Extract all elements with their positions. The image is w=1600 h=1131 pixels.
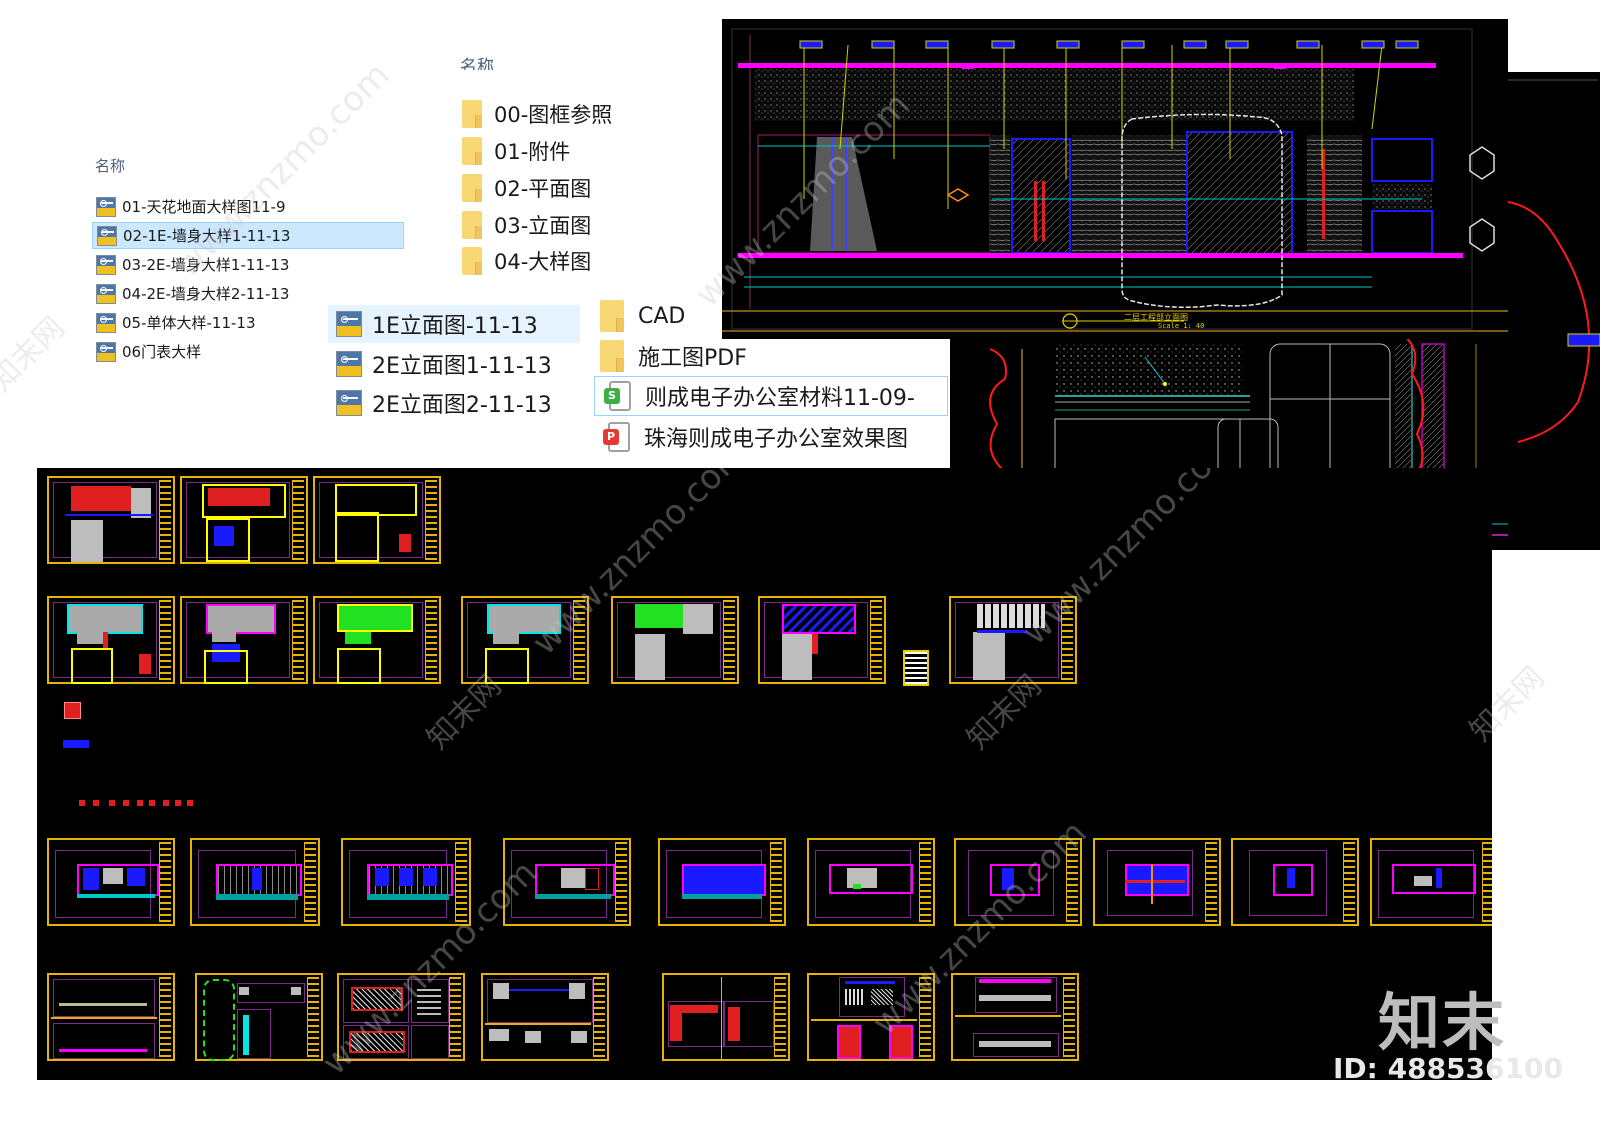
folder-item[interactable]: CAD <box>600 298 685 334</box>
file-name: 04-2E-墙身大样2-11-13 <box>122 285 290 303</box>
drawing-sheet[interactable] <box>481 973 609 1061</box>
drawing-sheet[interactable] <box>313 476 441 564</box>
name-column-header[interactable]: 名称 <box>460 52 494 70</box>
folder-name: 02-平面图 <box>494 177 592 201</box>
file-name: 2E立面图2-11-13 <box>372 393 552 418</box>
folder-icon <box>462 247 482 275</box>
pdf-badge: P <box>603 429 619 445</box>
drawing-sheet[interactable] <box>658 838 786 926</box>
folder-icon <box>462 211 482 239</box>
dwg-file-icon <box>97 225 117 246</box>
drawing-sheet[interactable] <box>180 596 308 684</box>
dwg-file-icon <box>336 351 362 377</box>
brand-logo: 知末 <box>1378 986 1507 1059</box>
drawing-sheet[interactable] <box>807 973 935 1061</box>
legend-block <box>63 740 89 748</box>
folder-icon <box>462 174 482 202</box>
name-column-header[interactable]: 名称 <box>95 155 125 176</box>
folder-icon <box>600 340 624 372</box>
drawing-scale: Scale 1: 40 <box>1158 322 1205 330</box>
dwg-file-icon <box>96 254 116 275</box>
dwg-file-icon <box>336 390 362 416</box>
folder-name: CAD <box>638 303 686 329</box>
file-item[interactable]: 01-天花地面大样图11-9 <box>92 193 404 220</box>
folder-item[interactable]: 04-大样图 <box>462 245 591 277</box>
drawing-sheet[interactable] <box>503 838 631 926</box>
folder-item[interactable]: 03-立面图 <box>462 209 591 241</box>
cad-model-overview[interactable]: www.znzmo.com www.znzmo.com www.znzmo.co… <box>37 468 1492 1080</box>
folder-item[interactable]: 00-图框参照 <box>462 98 612 130</box>
folder-item[interactable]: 02-平面图 <box>462 172 591 204</box>
folder-name: 施工图PDF <box>638 346 747 371</box>
folder-name: 03-立面图 <box>494 214 592 238</box>
file-name: 01-天花地面大样图11-9 <box>122 198 286 216</box>
legend-block <box>64 702 81 719</box>
drawing-sheet[interactable] <box>341 838 471 926</box>
dwg-file-icon <box>96 341 116 362</box>
file-item[interactable]: 2E立面图1-11-13 <box>328 345 580 383</box>
dwg-file-icon <box>96 312 116 333</box>
drawing-sheet[interactable] <box>337 973 465 1061</box>
file-name: 02-1E-墙身大样1-11-13 <box>123 227 291 245</box>
dwg-file-icon <box>96 283 116 304</box>
spreadsheet-file-icon: S <box>604 381 631 411</box>
folder-name: 00-图框参照 <box>494 103 613 127</box>
drawing-sheet[interactable] <box>47 476 175 564</box>
file-name: 06门表大样 <box>122 343 202 361</box>
file-item[interactable]: 06门表大样 <box>92 338 322 365</box>
resource-id: ID: 488536100 <box>1333 1052 1563 1085</box>
folder-icon <box>600 300 624 332</box>
file-name: 2E立面图1-11-13 <box>372 354 552 379</box>
spreadsheet-badge: S <box>604 388 620 404</box>
drawing-sheet[interactable] <box>1093 838 1221 926</box>
file-name: 1E立面图-11-13 <box>372 314 538 339</box>
cad-elevation-view[interactable]: 二层工程部立面图 Scale 1: 40 <box>722 19 1508 339</box>
folder-item[interactable]: 施工图PDF <box>600 338 747 374</box>
dwg-file-icon <box>96 196 116 217</box>
folder-icon <box>462 100 482 128</box>
file-item-selected[interactable]: 02-1E-墙身大样1-11-13 <box>92 222 404 249</box>
drawing-sheet[interactable] <box>949 596 1077 684</box>
file-name: 03-2E-墙身大样1-11-13 <box>122 256 290 274</box>
drawing-sheet[interactable] <box>461 596 589 684</box>
drawing-sheet[interactable] <box>611 596 739 684</box>
folder-name: 01-附件 <box>494 140 571 164</box>
file-name: 珠海则成电子办公室效果图 <box>644 427 909 452</box>
folder-name: 04-大样图 <box>494 250 592 274</box>
drawing-sheet[interactable] <box>190 838 320 926</box>
drawing-sheet[interactable] <box>47 596 175 684</box>
legend-table[interactable] <box>903 650 929 686</box>
pdf-file-icon: P <box>603 422 630 452</box>
file-item[interactable]: P 珠海则成电子办公室效果图 <box>594 418 908 456</box>
file-item-hovered[interactable]: 1E立面图-11-13 <box>328 305 580 343</box>
folder-icon <box>462 137 482 165</box>
file-item[interactable]: 03-2E-墙身大样1-11-13 <box>92 251 404 278</box>
right-strip-drawing <box>1508 79 1600 443</box>
drawing-sheet[interactable] <box>807 838 935 926</box>
drawing-sheet[interactable] <box>313 596 441 684</box>
drawing-sheet[interactable] <box>954 838 1082 926</box>
cad-right-strip <box>1508 72 1600 550</box>
drawing-sheet[interactable] <box>758 596 886 684</box>
elevation-drawing <box>722 28 1508 332</box>
drawing-sheet[interactable] <box>195 973 323 1061</box>
file-item-focused[interactable]: S 则成电子办公室材料11-09- <box>594 376 948 416</box>
file-item[interactable]: 04-2E-墙身大样2-11-13 <box>92 280 404 307</box>
drawing-sheet[interactable] <box>180 476 308 564</box>
drawing-sheet[interactable] <box>662 973 790 1061</box>
drawing-sheet[interactable] <box>1231 838 1359 926</box>
file-name: 则成电子办公室材料11-09- <box>645 386 915 411</box>
dwg-file-icon <box>336 311 362 337</box>
drawing-sheet[interactable] <box>47 973 175 1061</box>
drawing-sheet[interactable] <box>47 838 175 926</box>
file-item[interactable]: 2E立面图2-11-13 <box>328 384 580 422</box>
drawing-sheet[interactable] <box>1370 838 1492 926</box>
file-item[interactable]: 05-单体大样-11-13 <box>92 309 322 336</box>
file-name: 05-单体大样-11-13 <box>122 314 256 332</box>
watermark-text: 知末网 <box>0 310 72 399</box>
drawing-sheet[interactable] <box>951 973 1079 1061</box>
folder-item[interactable]: 01-附件 <box>462 135 570 167</box>
